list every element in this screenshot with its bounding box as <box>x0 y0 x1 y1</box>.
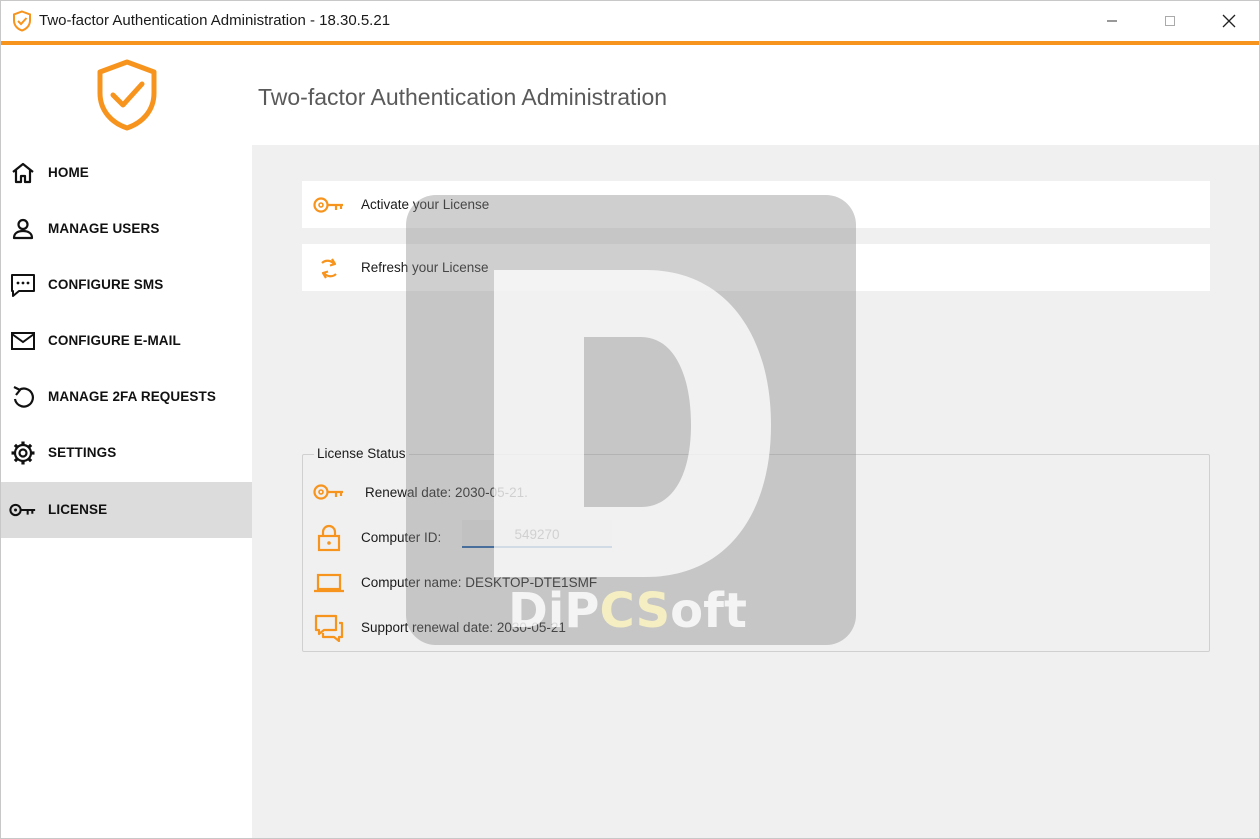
sidebar-item-label: MANAGE USERS <box>48 221 160 236</box>
renewal-date-text: Renewal date: 2030-05-21. <box>365 485 528 500</box>
window-title: Two-factor Authentication Administration… <box>39 12 391 29</box>
close-icon <box>1222 14 1236 28</box>
sidebar-item-label: CONFIGURE E-MAIL <box>48 333 181 348</box>
shield-check-icon <box>97 59 157 131</box>
sidebar-item-label: MANAGE 2FA REQUESTS <box>48 389 216 404</box>
sidebar-item-manage-users[interactable]: MANAGE USERS <box>1 201 252 257</box>
accent-bar <box>1 41 1259 45</box>
license-status-legend: License Status <box>314 446 409 461</box>
activate-license-button[interactable]: Activate your License <box>302 181 1210 228</box>
undo-icon <box>9 383 37 411</box>
home-icon <box>9 159 37 187</box>
sidebar-item-label: SETTINGS <box>48 445 117 460</box>
sidebar-item-settings[interactable]: SETTINGS <box>1 425 252 481</box>
lock-icon <box>317 524 341 552</box>
minimize-button[interactable] <box>1083 1 1141 41</box>
page-title: Two-factor Authentication Administration <box>258 84 668 110</box>
key-icon <box>313 484 343 500</box>
close-button[interactable] <box>1200 1 1258 41</box>
maximize-button[interactable] <box>1141 1 1199 41</box>
computer-id-field[interactable] <box>462 520 612 548</box>
laptop-icon <box>314 573 344 593</box>
chat-bubbles-icon <box>314 614 344 642</box>
minimize-icon <box>1107 20 1117 22</box>
sidebar-item-label: CONFIGURE SMS <box>48 277 164 292</box>
maximize-icon <box>1165 16 1175 26</box>
gear-icon <box>9 439 37 467</box>
sidebar: HOME MANAGE USERS CONFIGURE SMS CONFIGUR… <box>1 145 252 838</box>
key-icon <box>9 496 37 524</box>
computer-name-text: Computer name: DESKTOP-DTE1SMF <box>361 575 598 590</box>
key-icon <box>313 197 343 213</box>
chat-icon <box>9 271 37 299</box>
refresh-license-label: Refresh your License <box>361 260 489 275</box>
support-renewal-text: Support renewal date: 2030-05-21 <box>361 620 566 635</box>
user-icon <box>9 215 37 243</box>
mail-icon <box>9 327 37 355</box>
activate-license-label: Activate your License <box>361 197 490 212</box>
computer-id-label: Computer ID: <box>361 530 442 545</box>
sidebar-item-manage-2fa-requests[interactable]: MANAGE 2FA REQUESTS <box>1 369 252 425</box>
refresh-license-button[interactable]: Refresh your License <box>302 244 1210 291</box>
refresh-icon <box>321 258 337 279</box>
sidebar-item-configure-email[interactable]: CONFIGURE E-MAIL <box>1 313 252 369</box>
main-content: Activate your License Refresh your Licen… <box>252 145 1259 838</box>
sidebar-item-label: HOME <box>48 165 89 180</box>
sidebar-item-label: LICENSE <box>48 502 108 517</box>
sidebar-item-home[interactable]: HOME <box>1 145 252 201</box>
sidebar-item-license[interactable]: LICENSE <box>1 482 252 538</box>
sidebar-item-configure-sms[interactable]: CONFIGURE SMS <box>1 257 252 313</box>
title-bar: Two-factor Authentication Administration… <box>1 1 1259 41</box>
app-shield-icon <box>13 10 31 32</box>
app-window: Two-factor Authentication Administration… <box>0 0 1260 839</box>
